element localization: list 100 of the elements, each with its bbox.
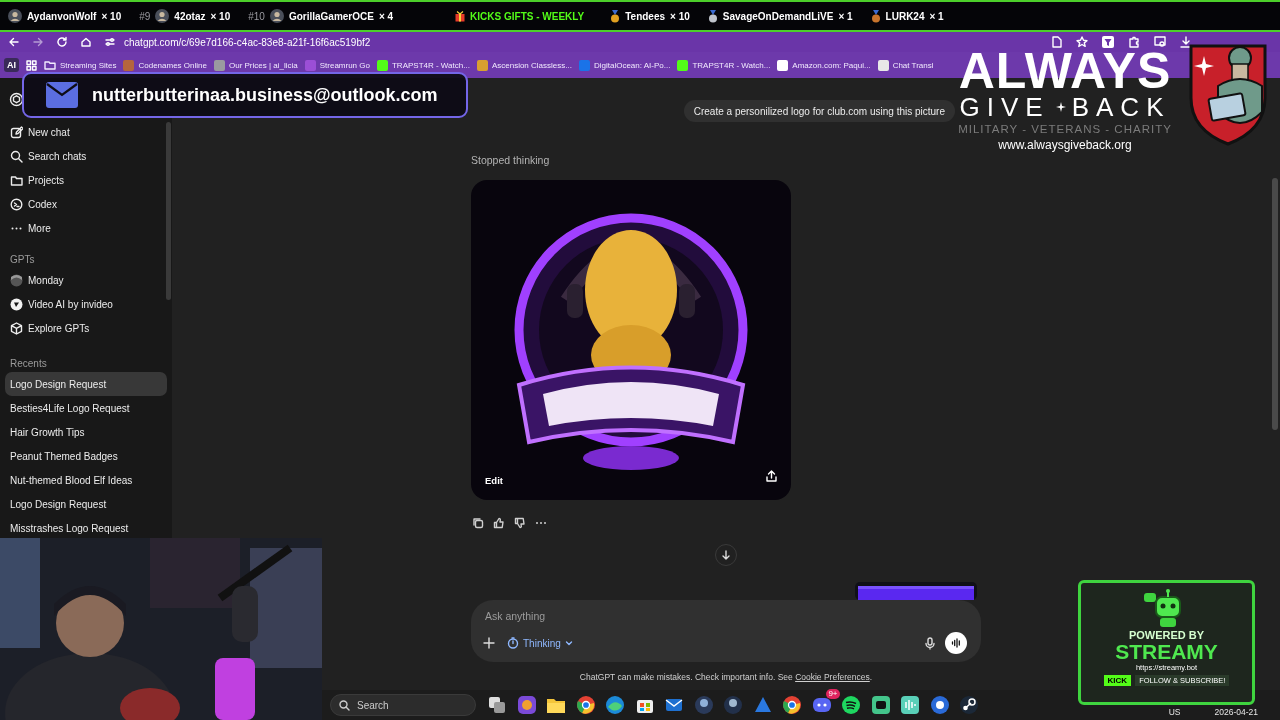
app-icon[interactable]	[928, 694, 951, 716]
edit-icon	[10, 125, 23, 139]
share-icon[interactable]	[766, 470, 777, 482]
favicon-icon	[123, 59, 135, 71]
avatar-icon	[155, 9, 170, 23]
favicon-icon	[476, 59, 488, 71]
circle-logo-icon	[10, 297, 23, 311]
bookmark[interactable]: Chat Transl	[877, 59, 934, 71]
reload-icon[interactable]	[56, 36, 68, 48]
favicon-icon	[777, 59, 789, 71]
gift-count: × 1	[929, 10, 944, 22]
plus-icon[interactable]	[483, 637, 495, 649]
chat-history-item[interactable]: Misstrashes Logo Request	[5, 516, 167, 540]
search-icon	[10, 149, 23, 163]
section-heading: GPTs	[9, 252, 36, 267]
sidebar-item[interactable]: More	[5, 216, 167, 240]
bookmark[interactable]: Codenames Online	[123, 59, 207, 71]
favicon-icon	[213, 59, 225, 71]
profile-badge[interactable]: AI	[4, 58, 19, 72]
thumbs-up-icon[interactable]	[493, 517, 505, 529]
scrollbar[interactable]	[1272, 178, 1278, 430]
chat-history-item[interactable]: Besties4Life Logo Request	[5, 396, 167, 420]
gifter-name: AydanvonWolf	[27, 10, 97, 22]
sidebar-item[interactable]: Codex	[5, 192, 167, 216]
thumbs-down-icon[interactable]	[514, 517, 526, 529]
chatgpt-logo-icon[interactable]	[9, 91, 24, 107]
chat-history-item[interactable]: Logo Design Request	[5, 372, 167, 396]
copy-icon[interactable]	[472, 517, 484, 529]
thinking-status[interactable]: Stopped thinking	[471, 150, 981, 170]
app-icon[interactable]	[722, 694, 744, 716]
app-icon[interactable]	[692, 694, 715, 716]
envelope-icon	[46, 82, 78, 108]
gifter-name: LURK24	[885, 10, 925, 22]
favicon-icon	[376, 59, 388, 71]
voice-mode-button[interactable]	[945, 632, 967, 654]
bookmark[interactable]: Streaming Sites	[44, 60, 117, 70]
sidebar-item[interactable]: Search chats	[5, 144, 167, 168]
gifter-name: 42otaz	[174, 10, 206, 22]
favicon-icon	[877, 59, 889, 71]
notification-badge: 9+	[826, 689, 840, 699]
cookie-preferences-link[interactable]: Cookie Preferences	[795, 672, 870, 682]
task-view-icon[interactable]	[486, 694, 508, 716]
gifter-name: Tendees	[625, 10, 666, 22]
sidebar-item[interactable]: Projects	[5, 168, 167, 192]
leaderboard-title: KICKS GIFTS - WEEKLY	[470, 10, 585, 22]
gift-count: × 10	[101, 10, 122, 22]
contact-email: nutterbutterinaa.business@outlook.com	[92, 84, 438, 106]
sidebar-item[interactable]: Video AI by invideo	[5, 292, 167, 316]
sidebar-item[interactable]: Monday	[5, 268, 167, 292]
scrollbar[interactable]	[166, 122, 171, 300]
chat-history-item[interactable]: Peanut Themed Badges	[5, 444, 167, 468]
disclaimer-text: ChatGPT can make mistakes. Check important info. See Cookie Preferences.	[579, 672, 873, 682]
apps-icon[interactable]	[26, 59, 37, 71]
gift-icon	[455, 10, 466, 22]
scroll-down-button[interactable]	[715, 544, 737, 566]
audio-icon[interactable]	[899, 694, 921, 716]
site-settings-icon[interactable]	[104, 36, 116, 48]
browser-icon[interactable]	[781, 694, 803, 716]
edit-button[interactable]: Edit	[483, 473, 505, 488]
chat-history-item[interactable]: Nut-themed Blood Elf Ideas	[5, 468, 167, 492]
logo-title: BACK	[1071, 92, 1171, 122]
sidebar-item[interactable]: Explore GPTs	[5, 316, 167, 340]
bookmark[interactable]: Amazon.com: Paqui...	[777, 59, 871, 71]
download-icon[interactable]	[1180, 36, 1192, 48]
browser-icon[interactable]	[604, 694, 626, 716]
bookmark[interactable]: Ascension Classless...	[476, 59, 572, 71]
mode-selector[interactable]: Thinking	[505, 635, 575, 651]
home-icon[interactable]	[80, 36, 92, 48]
search-field[interactable]: Search	[330, 694, 476, 716]
search-icon	[339, 699, 350, 711]
forward-icon[interactable]	[32, 36, 44, 48]
language-indicator[interactable]: US	[1168, 707, 1181, 717]
gear-icon[interactable]	[958, 694, 980, 716]
bookmark[interactable]: Our Prices | ai_licia	[213, 59, 298, 71]
microphone-icon[interactable]	[925, 636, 935, 650]
section-heading: Recents	[9, 356, 48, 371]
address-bar[interactable]: chatgpt.com/c/69e7d166-c4ac-83e8-a21f-16f6ac519bf2	[124, 36, 371, 48]
bookmark[interactable]: Streamrun Go	[304, 59, 370, 71]
rank-label: #10	[248, 10, 265, 22]
app-icon[interactable]	[515, 694, 538, 716]
date-label[interactable]: 2026-04-21	[1214, 707, 1258, 717]
bookmark[interactable]: TRAPST4R - Watch...	[376, 59, 470, 71]
timer-icon	[507, 637, 519, 649]
avatar-icon	[269, 9, 284, 23]
website-url: www.alwaysgiveback.org	[998, 138, 1132, 152]
bookmark[interactable]: TRAPST4R - Watch...	[677, 59, 771, 71]
avatar-icon	[8, 9, 22, 23]
platform-tag: KICK	[1103, 675, 1132, 686]
overlay-brand: STREAMY	[1115, 641, 1218, 663]
sound-wave-icon	[951, 638, 961, 648]
music-icon[interactable]	[840, 694, 862, 716]
bookmark[interactable]: DigitalOcean: AI-Po...	[578, 59, 671, 71]
back-icon[interactable]	[8, 36, 20, 48]
chat-history-item[interactable]: Logo Design Request	[5, 492, 167, 516]
app-icon[interactable]	[869, 694, 892, 716]
chat-history-item[interactable]: Hair Growth Tips	[5, 420, 167, 444]
message-input[interactable]: Ask anything	[483, 608, 787, 624]
sidebar-item[interactable]: New chat	[5, 120, 167, 144]
medal-icon	[870, 9, 881, 23]
browser-icon[interactable]	[574, 694, 597, 716]
